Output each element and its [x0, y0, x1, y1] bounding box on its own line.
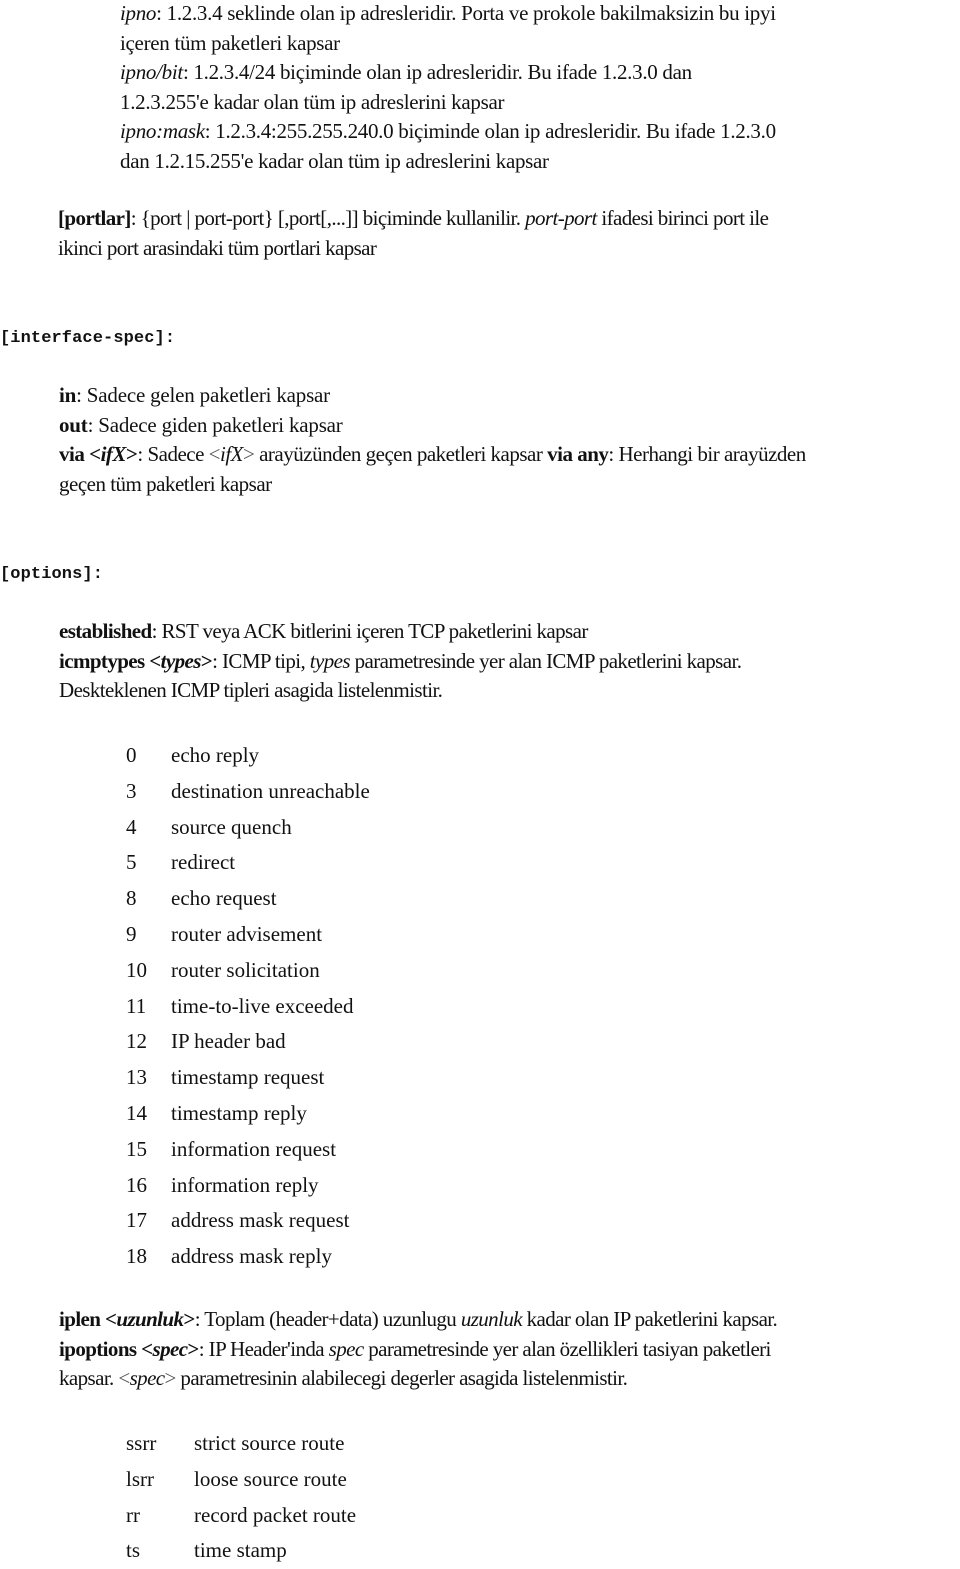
- icmp-type-row-code: 18: [126, 1244, 147, 1269]
- icmp-type-row-name: information reply: [171, 1172, 319, 1197]
- icmp-type-row-name: address mask request: [171, 1208, 350, 1233]
- icmp-type-row-code: 10: [126, 957, 147, 982]
- icmp-type-row-name: time-to-live exceeded: [171, 993, 354, 1018]
- options-items: established: RST veya ACK bitlerini içer…: [59, 617, 742, 706]
- icmp-type-row-name: timestamp request: [171, 1065, 325, 1090]
- ip-spec-row-code: rr: [126, 1502, 140, 1527]
- ipoptions-term: ipoptions <spec>: [59, 1336, 199, 1361]
- interface-spec-heading: [interface-spec]:: [0, 329, 176, 348]
- interface-in-item: in: Sadece gelen paketleri kapsar: [59, 383, 330, 407]
- ipoptions-option-line-2: kapsar. <spec> parametresinin alabileceg…: [59, 1366, 628, 1390]
- ip-definitions: ipno: 1.2.3.4 seklinde olan ip adresleri…: [120, 0, 776, 176]
- ipno-bit-definition-line-1: ipno/bit: 1.2.3.4/24 biçiminde olan ip a…: [120, 60, 692, 84]
- interface-out-item: out: Sadece giden paketleri kapsar: [59, 412, 343, 437]
- icmp-type-row-code: 17: [126, 1208, 147, 1233]
- icmp-type-row-name: address mask reply: [171, 1244, 332, 1269]
- ipoptions-option: ipoptions <spec>: IP Header'inda spec pa…: [59, 1336, 771, 1361]
- icmp-type-row-code: 15: [126, 1136, 147, 1161]
- icmp-type-row-name: IP header bad: [171, 1029, 286, 1054]
- icmp-type-row-code: 4: [126, 814, 137, 839]
- ip-options-items: iplen <uzunluk>: Toplam (header+data) uz…: [59, 1305, 778, 1394]
- out-term: out: [59, 412, 88, 437]
- portlar-definition: [portlar]: {port | port-port} [,port[,..…: [58, 204, 769, 263]
- via-term: via <ifX>: [59, 442, 138, 466]
- portlar-line-1: [portlar]: {port | port-port} [,port[,..…: [58, 206, 769, 230]
- icmp-type-row-code: 16: [126, 1172, 147, 1197]
- ipno-mask-term: ipno:mask: [120, 119, 205, 143]
- ip-spec-row-code: lsrr: [126, 1466, 154, 1491]
- icmp-type-row-code: 9: [126, 921, 137, 946]
- via-any-term: via any: [547, 442, 609, 466]
- ipno-mask-definition-line-1: ipno:mask: 1.2.3.4:255.255.240.0 biçimin…: [120, 119, 776, 143]
- icmp-type-row-code: 11: [126, 993, 147, 1018]
- ip-spec-row-name: time stamp: [194, 1538, 287, 1563]
- icmp-type-row-name: echo reply: [171, 743, 260, 767]
- icmp-type-row-code: 13: [126, 1065, 147, 1090]
- icmp-type-row-code: 0: [126, 743, 137, 767]
- ip-spec-row-name: strict source route: [194, 1431, 345, 1455]
- ip-spec-row-code: ssrr: [126, 1431, 157, 1455]
- icmptypes-option-line-2: Deskteklenen ICMP tipleri asagida listel…: [59, 678, 443, 702]
- icmp-type-row-name: information request: [171, 1136, 337, 1161]
- icmp-type-row-code: 3: [126, 778, 137, 803]
- ip-spec-row-code: ts: [126, 1538, 141, 1563]
- icmp-type-row-name: echo request: [171, 886, 277, 911]
- icmp-type-row-code: 5: [126, 850, 137, 875]
- icmp-type-row-name: redirect: [171, 850, 236, 875]
- interface-via-item: via <ifX>: Sadece <ifX> arayüzünden geçe…: [59, 442, 806, 466]
- ipno-mask-definition-line-2: dan 1.2.15.255'e kadar olan tüm ip adres…: [120, 148, 549, 173]
- established-term: established: [59, 619, 152, 643]
- ipno-definition-line-2: içeren tüm paketleri kapsar: [120, 30, 340, 55]
- icmp-type-row-name: router solicitation: [171, 957, 320, 982]
- ipno-term: ipno: [120, 1, 157, 25]
- ip-spec-row-name: record packet route: [194, 1502, 357, 1527]
- icmptypes-option: icmptypes <types>: ICMP tipi, types para…: [59, 648, 742, 673]
- in-term: in: [59, 383, 77, 407]
- iplen-option: iplen <uzunluk>: Toplam (header+data) uz…: [59, 1307, 778, 1331]
- established-option: established: RST veya ACK bitlerini içer…: [59, 619, 588, 643]
- icmp-type-row-name: timestamp reply: [171, 1100, 307, 1125]
- portlar-term: [portlar]: [58, 206, 131, 230]
- ip-spec-row-name: loose source route: [194, 1466, 347, 1491]
- icmp-type-row-name: router advisement: [171, 921, 323, 946]
- options-heading: [options]:: [0, 565, 104, 584]
- icmp-type-row-name: destination unreachable: [171, 778, 370, 803]
- icmp-type-row-code: 14: [126, 1100, 147, 1125]
- icmptypes-term: icmptypes <types>: [59, 648, 213, 673]
- interface-via-item-line-2: geçen tüm paketleri kapsar: [59, 471, 272, 496]
- ipno-bit-term: ipno/bit: [120, 60, 183, 84]
- interface-spec-items: in: Sadece gelen paketleri kapsar out: S…: [59, 381, 806, 499]
- iplen-term: iplen <uzunluk>: [59, 1307, 195, 1331]
- icmp-type-row-code: 8: [126, 886, 137, 911]
- ipno-bit-definition-line-2: 1.2.3.255'e kadar olan tüm ip adreslerin…: [120, 89, 505, 114]
- ipno-definition-line-1: ipno: 1.2.3.4 seklinde olan ip adresleri…: [120, 1, 776, 25]
- icmp-type-row-code: 12: [126, 1029, 147, 1054]
- icmp-type-row-name: source quench: [171, 814, 292, 839]
- portlar-line-2: ikinci port arasindaki tüm portlari kaps…: [58, 235, 377, 260]
